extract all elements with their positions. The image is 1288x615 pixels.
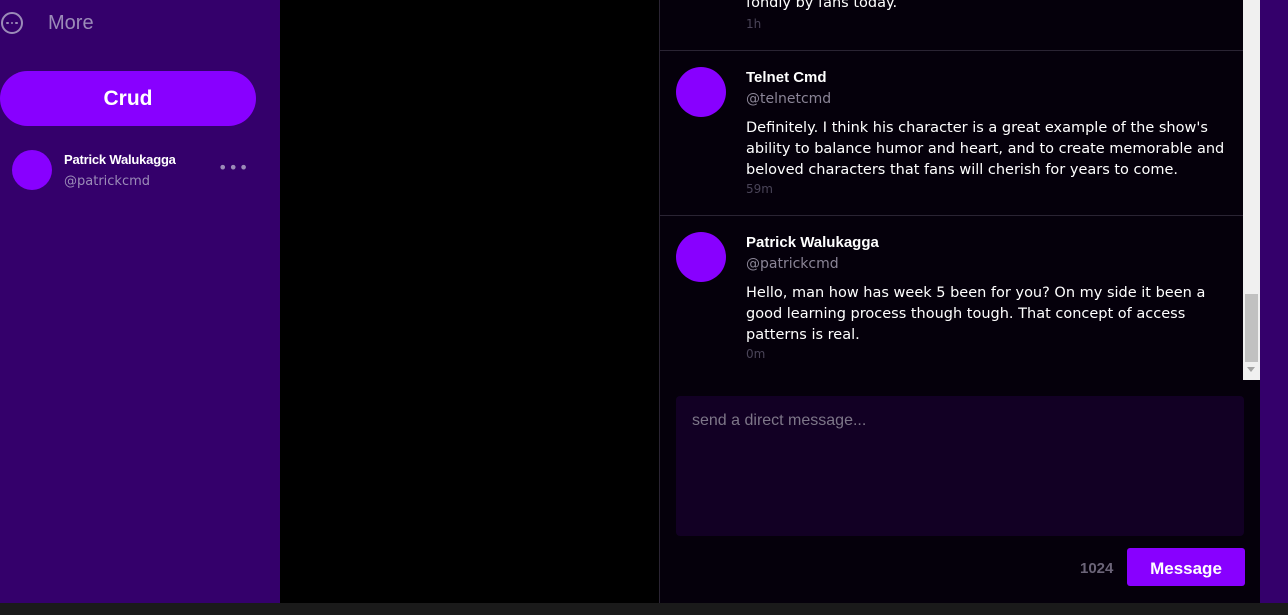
- message-panel: fondly by fans today. 1h Telnet Cmd @tel…: [659, 0, 1260, 603]
- sidebar-item-label: More: [48, 11, 94, 34]
- message-item: Patrick Walukagga @patrickcmd Hello, man…: [660, 216, 1243, 380]
- sidebar: More Crud Patrick Walukagga @patrickcmd …: [0, 0, 280, 603]
- avatar: [676, 67, 726, 117]
- right-edge-panel: [1260, 0, 1288, 603]
- scrollbar[interactable]: [1243, 0, 1260, 380]
- message-input[interactable]: [676, 396, 1244, 536]
- avatar: [676, 232, 726, 282]
- message-item: fondly by fans today. 1h: [660, 0, 1243, 51]
- message-time: 59m: [746, 182, 773, 196]
- sidebar-item-more[interactable]: More: [0, 8, 94, 38]
- crud-button[interactable]: Crud: [0, 71, 256, 126]
- message-author: Patrick Walukagga: [746, 234, 879, 251]
- profile-card[interactable]: Patrick Walukagga @patrickcmd •••: [12, 150, 252, 192]
- scroll-down-arrow-icon[interactable]: [1247, 367, 1255, 372]
- avatar: [12, 150, 52, 190]
- send-message-button[interactable]: Message: [1127, 548, 1245, 586]
- message-time: 0m: [746, 347, 766, 361]
- profile-name: Patrick Walukagga: [64, 152, 176, 167]
- message-text: Hello, man how has week 5 been for you? …: [746, 285, 1206, 343]
- message-handle: @patrickcmd: [746, 256, 839, 272]
- message-item: Telnet Cmd @telnetcmd Definitely. I thin…: [660, 51, 1243, 216]
- message-text: Definitely. I think his character is a g…: [746, 120, 1225, 178]
- scrollbar-thumb[interactable]: [1245, 294, 1258, 362]
- message-text: fondly by fans today.: [746, 0, 898, 11]
- app-window: More Crud Patrick Walukagga @patrickcmd …: [0, 0, 1288, 615]
- message-time: 1h: [746, 17, 762, 31]
- more-circle-icon: [1, 12, 23, 34]
- message-author: Telnet Cmd: [746, 69, 827, 86]
- message-handle: @telnetcmd: [746, 91, 832, 107]
- bottom-bar: [0, 603, 1288, 615]
- profile-handle: @patrickcmd: [64, 174, 151, 189]
- character-count: 1024: [1080, 560, 1114, 577]
- ellipsis-icon[interactable]: •••: [218, 158, 249, 177]
- message-list[interactable]: fondly by fans today. 1h Telnet Cmd @tel…: [660, 0, 1243, 380]
